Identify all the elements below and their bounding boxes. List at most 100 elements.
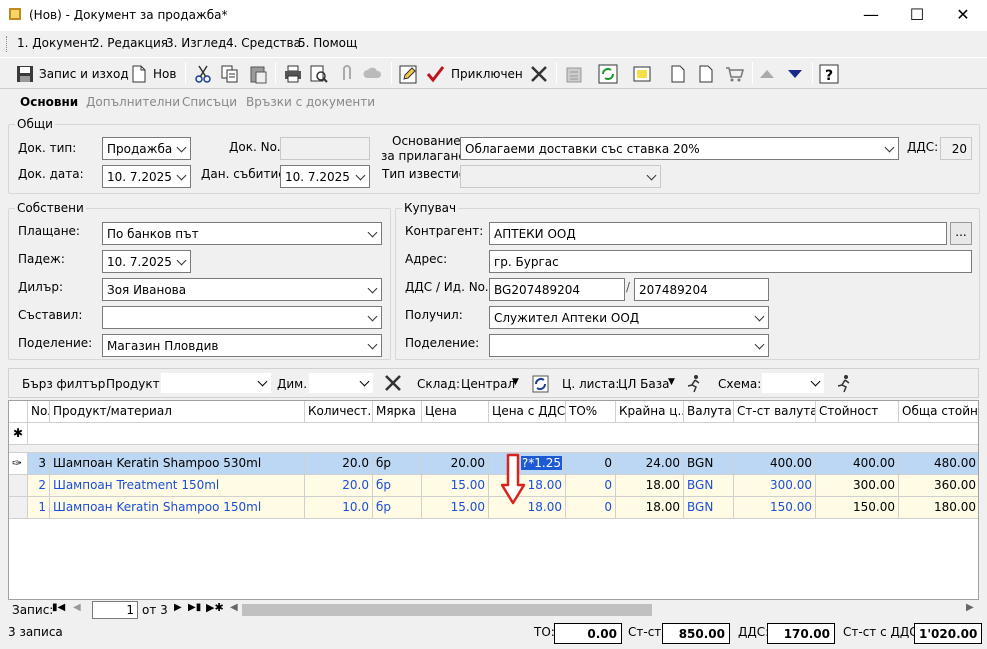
doc-type-select[interactable]: Продажба [102,137,191,160]
table-cell[interactable]: 150.00 [734,497,816,519]
attach-button[interactable] [337,61,357,87]
table-cell[interactable]: 18.00 [616,497,684,519]
receiver-select[interactable]: Служител Аптеки ООД [489,306,769,329]
tab-additional[interactable]: Допълнителни [86,95,180,109]
table-cell[interactable]: бр [373,453,422,475]
minimize-button[interactable]: — [848,0,894,31]
print-button[interactable] [283,61,303,87]
column-header-unit[interactable]: Мярка [373,401,422,423]
last-record-button[interactable]: ▶▮ [188,602,201,613]
table-cell[interactable]: 400.00 [734,453,816,475]
table-cell[interactable]: 480.00 [899,453,978,475]
table-cell[interactable]: 18.00 [616,475,684,497]
doc-date-picker[interactable]: 10. 7.2025 [102,165,191,188]
scroll-right-button[interactable]: ▶ [966,602,974,613]
table-cell[interactable]: 2 [28,475,50,497]
vat-rate-field[interactable]: 20 [940,137,972,160]
menu-document[interactable]: 1. Документ [17,36,95,50]
own-dept-select[interactable]: Магазин Пловдив [102,334,382,357]
table-cell[interactable]: 20.0 [305,475,373,497]
next-record-button[interactable]: ▶ [174,602,182,613]
tab-basic[interactable]: Основни [20,95,78,109]
table-cell[interactable]: BGN [684,497,734,519]
table-cell[interactable]: бр [373,475,422,497]
document-button-1[interactable] [668,61,688,87]
table-cell[interactable]: 0 [566,475,616,497]
table-cell[interactable]: 300.00 [816,475,899,497]
column-header-cost-currency[interactable]: Ст-ст валута [734,401,816,423]
print-preview-button[interactable] [309,61,329,87]
new-row[interactable] [28,423,978,445]
record-number-input[interactable]: 1 [92,601,138,619]
refresh-button[interactable] [598,61,618,87]
table-cell[interactable]: бр [373,497,422,519]
move-up-button[interactable] [757,61,777,87]
column-header-qty[interactable]: Количест... [305,401,373,423]
row-indicator[interactable] [9,497,28,519]
tab-lists[interactable]: Списъци [182,95,237,109]
new-row-indicator[interactable]: ✱ [9,423,28,445]
table-cell[interactable]: 24.00 [616,453,684,475]
table-cell[interactable]: 150.00 [816,497,899,519]
scheme-run-button[interactable] [834,373,854,396]
table-cell[interactable]: 180.00 [899,497,978,519]
menu-view[interactable]: 3. Изглед [166,36,226,50]
finished-button[interactable]: Приключен [425,61,523,87]
column-header-no[interactable]: No. [28,401,50,423]
warehouse-select[interactable]: Централ [461,377,515,391]
menu-edit[interactable]: 2. Редакция [92,36,168,50]
table-cell[interactable]: 0 [566,497,616,519]
close-button[interactable]: ✕ [940,0,986,31]
notice-type-select[interactable] [460,165,661,188]
dim-filter-select[interactable] [309,373,373,393]
help-button[interactable]: ? [819,61,839,87]
column-header-to[interactable]: ТО% [566,401,616,423]
menu-tools[interactable]: 4. Средства [226,36,301,50]
sync-button[interactable] [531,374,551,397]
document-button-2[interactable] [696,61,716,87]
basis-select[interactable]: Облагаеми доставки със ставка 20% [460,137,899,160]
save-exit-button[interactable]: Запис и изход [15,61,129,87]
clear-filter-button[interactable] [383,373,403,396]
upload-button[interactable] [363,61,383,87]
table-cell[interactable]: BGN [684,453,734,475]
partner-browse-button[interactable]: ... [950,222,972,245]
table-cell[interactable]: 20.0 [305,453,373,475]
maximize-button[interactable]: ☐ [894,0,940,31]
delete-button[interactable] [529,61,549,87]
column-header-final-price[interactable]: Крайна ц... [616,401,684,423]
menu-help[interactable]: 5. Помощ [298,36,357,50]
id-number-field[interactable]: 207489204 [634,278,769,301]
quick-filter-button[interactable]: Бърз филтър [22,377,105,391]
composer-select[interactable] [102,306,382,329]
calc-button[interactable] [564,61,584,87]
move-down-button[interactable] [785,61,805,87]
partner-field[interactable]: АПТЕКИ ООД [489,222,947,245]
column-header-price[interactable]: Цена [422,401,489,423]
new-record-button[interactable]: ▶✱ [206,601,224,614]
doc-no-field[interactable] [280,137,370,160]
table-cell[interactable]: Шампоан Keratin Shampoo 530ml [50,453,305,475]
table-cell[interactable]: 1 [28,497,50,519]
column-header-total[interactable]: Обща стойн... [899,401,978,423]
address-field[interactable]: гр. Бургас [489,250,972,273]
column-header-value[interactable]: Стойност [816,401,899,423]
table-cell[interactable]: 3 [28,453,50,475]
table-cell[interactable]: 300.00 [734,475,816,497]
new-button[interactable]: Нов [129,61,176,87]
payment-select[interactable]: По банков път [102,222,382,245]
column-header-product[interactable]: Продукт/материал [50,401,305,423]
table-cell[interactable]: Шампоан Treatment 150ml [50,475,305,497]
table-cell[interactable]: 15.00 [422,475,489,497]
table-cell[interactable]: 400.00 [816,453,899,475]
tab-document-links[interactable]: Връзки с документи [246,95,375,109]
table-cell[interactable]: 20.00 [422,453,489,475]
buyer-dept-select[interactable] [489,334,769,357]
edit-button[interactable] [398,61,418,87]
table-cell[interactable]: 0 [566,453,616,475]
table-cell[interactable]: Шампоан Keratin Shampoo 150ml [50,497,305,519]
cut-button[interactable] [193,61,213,87]
scroll-left-button[interactable]: ◀ [230,602,238,613]
paste-button[interactable] [248,61,268,87]
table-cell[interactable]: 10.0 [305,497,373,519]
